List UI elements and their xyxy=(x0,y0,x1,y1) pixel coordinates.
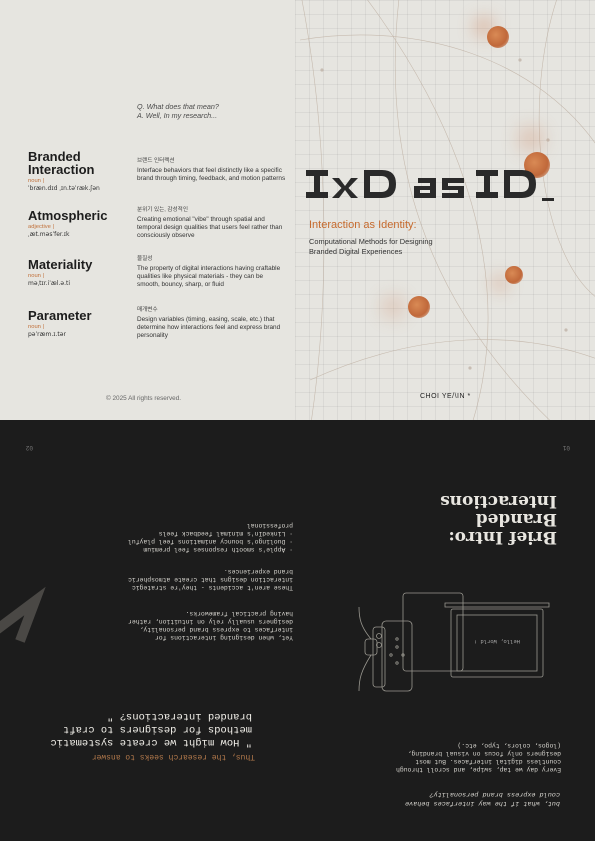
term-pronunciation: pəˈræm.ɪ.tər xyxy=(28,331,66,338)
list-item: professional xyxy=(246,522,293,529)
definition-text: Interface behaviors that feel distinctly… xyxy=(137,167,286,182)
title-line: Branded xyxy=(475,509,557,529)
strategic-paragraph: These aren't accidents - they're strateg… xyxy=(128,567,293,591)
device-illustration xyxy=(0,586,550,692)
definition-text: Design variables (timing, easing, scale,… xyxy=(137,316,281,339)
qa-answer: A. Well, In my research... xyxy=(137,111,218,120)
text-line: but, what if the way interfaces behave xyxy=(405,799,560,807)
rotated-content: 01 02 Hello, World ! Brief Intro: Brande… xyxy=(0,420,595,841)
text-line: branded interactions? " xyxy=(107,710,252,722)
author-name: CHOI YE/\IN * xyxy=(420,393,471,400)
text-line: designers only focus on visual branding, xyxy=(407,750,561,757)
definition-atmospheric: 분위기 있는, 감성적인 Creating emotional "vibe" t… xyxy=(137,207,287,240)
intro-question: but, what if the way interfaces behave c… xyxy=(405,790,560,807)
text-line: brand experiences. xyxy=(223,568,293,575)
text-line: methods for designers to craft xyxy=(62,723,252,735)
list-item: · Apple's smooth responses feel premium xyxy=(143,546,293,553)
qa-question: Q. What does that mean? xyxy=(137,102,219,111)
text-line: interfaces to express brand personality, xyxy=(139,626,293,633)
definition-korean: 매개변수 xyxy=(137,307,158,313)
subtitle: Computational Methods for Designing Bran… xyxy=(309,237,509,257)
term-title: Materiality xyxy=(28,257,93,272)
term-pos: noun | xyxy=(28,273,45,279)
term-title: Atmospheric xyxy=(28,208,108,223)
text-line: Yet, when designing interactions for xyxy=(154,634,293,641)
copyright: © 2025 All rights reserved. xyxy=(106,395,182,402)
definition-materiality: 물질성 The property of digital interactions… xyxy=(137,256,287,289)
text-line: (logos, colors, typo, etc.) xyxy=(457,742,561,749)
text-line: Every day we tap, swipe, and scroll thro… xyxy=(396,766,561,773)
term-pos: noun | xyxy=(28,178,45,184)
text-line: could express brand personality? xyxy=(429,790,560,799)
term-pos: adjective | xyxy=(28,224,54,230)
text-line: designers usually rely on intuition, rat… xyxy=(128,618,293,625)
research-question: " How might we create systematic methods… xyxy=(50,709,252,748)
term-materiality: Materiality noun | məˌtɪr.iˈæl.ə.ti xyxy=(28,258,92,287)
brief-intro-title: Brief Intro: Branded Interactions xyxy=(387,491,557,547)
definition-korean: 브랜드 인터랙션 xyxy=(137,158,175,164)
device-screen-text: Hello, World ! xyxy=(473,638,520,645)
title-line: Interactions xyxy=(440,491,557,511)
term-atmospheric: Atmospheric adjective | ˌæt.məsˈfer.ɪk xyxy=(28,209,107,238)
document-spread: Q. What does that mean? A. Well, In my r… xyxy=(0,0,595,841)
term-title-line: Interaction xyxy=(28,162,95,177)
term-parameter: Parameter noun | pəˈræm.ɪ.tər xyxy=(28,309,92,338)
definition-text: The property of digital interactions hav… xyxy=(137,265,281,288)
term-pronunciation: məˌtɪr.iˈæl.ə.ti xyxy=(28,280,70,287)
research-label: Thus, the research seeks to answer xyxy=(91,752,255,761)
definition-korean: 물질성 xyxy=(137,256,153,262)
term-title: Parameter xyxy=(28,308,92,323)
text-line: countless digital interfaces. But most xyxy=(415,758,561,765)
ixd-as-id-logo xyxy=(306,170,554,201)
motion-ball xyxy=(487,26,509,48)
intro-paragraph: Every day we tap, swipe, and scroll thro… xyxy=(396,741,561,773)
motion-ball xyxy=(408,296,430,318)
text-line: interaction designs that create atmosphe… xyxy=(128,576,293,583)
definition-korean: 분위기 있는, 감성적인 xyxy=(137,207,188,213)
text-line: These aren't accidents - they're strateg… xyxy=(131,584,293,591)
definition-text: Creating emotional "vibe" through spatia… xyxy=(137,216,283,239)
term-pos: noun | xyxy=(28,324,45,330)
subtitle-accent: Interaction as Identity: xyxy=(309,219,417,231)
text-line: " How might we create systematic xyxy=(50,736,252,748)
motion-ball xyxy=(505,266,523,284)
list-item: · LinkedIn's minimal feedback feels xyxy=(158,530,293,537)
term-pronunciation: ˌæt.məsˈfer.ɪk xyxy=(28,231,70,238)
brand-examples-list: · Apple's smooth responses feel premium … xyxy=(63,521,293,553)
term-title: Branded Interaction xyxy=(28,150,100,176)
cover-page: Q. What does that mean? A. Well, In my r… xyxy=(0,0,595,420)
qa-intro: Q. What does that mean? A. Well, In my r… xyxy=(137,102,219,120)
title-line: Brief Intro: xyxy=(448,527,557,547)
intuition-paragraph: Yet, when designing interactions for int… xyxy=(128,609,293,641)
subtitle-line: Computational Methods for Designing xyxy=(309,237,433,246)
inner-spread: 01 02 Hello, World ! Brief Intro: Brande… xyxy=(0,420,595,841)
text-line: having practical frameworks. xyxy=(185,610,293,617)
list-item: · Duolingo's bouncy animations feel play… xyxy=(128,538,293,545)
definition-branded-interaction: 브랜드 인터랙션 Interface behaviors that feel d… xyxy=(137,158,287,183)
term-branded-interaction: Branded Interaction noun | ˈbræn.dɪd ˌɪn… xyxy=(28,150,100,192)
subtitle-line: Branded Digital Experiences xyxy=(309,247,403,256)
term-pronunciation: ˈbræn.dɪd ˌɪn.təˈræk.ʃən xyxy=(28,185,100,192)
definition-parameter: 매개변수 Design variables (timing, easing, s… xyxy=(137,307,287,340)
